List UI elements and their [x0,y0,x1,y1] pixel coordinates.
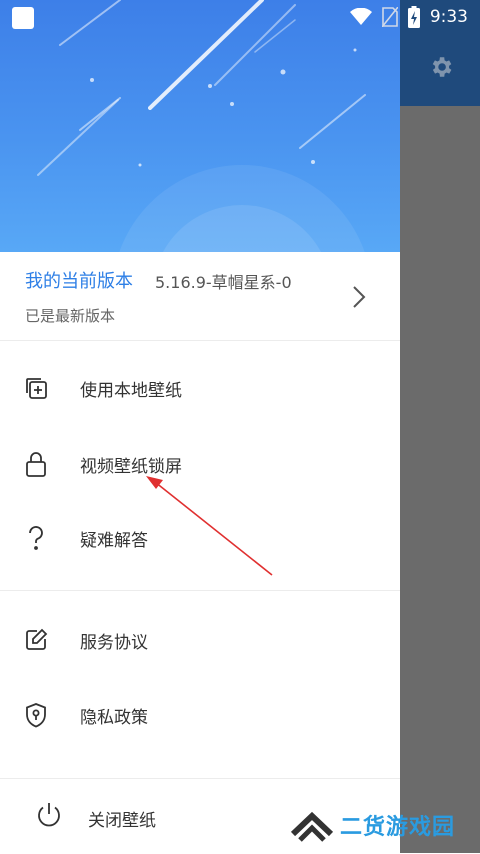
question-icon [22,524,50,552]
add-copy-icon [22,374,50,402]
menu-label: 服务协议 [80,632,148,653]
version-title: 我的当前版本 [25,271,133,292]
meteor-illustration [37,0,366,176]
wifi-icon [349,8,372,25]
battery-charging-icon [407,6,420,28]
lock-icon [22,450,50,478]
menu-item-privacy-policy[interactable]: 隐私政策 [0,685,400,745]
gear-icon[interactable] [428,54,454,80]
edit-document-icon [22,626,50,654]
drawer-header-banner [0,0,400,252]
menu-item-local-wallpaper[interactable]: 使用本地壁纸 [0,358,400,418]
close-wallpaper-label: 关闭壁纸 [88,811,156,831]
background-app [400,0,480,853]
shield-icon [22,701,50,729]
watermark-logo-icon [290,811,334,842]
status-bar: 9:33 [0,0,480,36]
chevron-right-icon[interactable] [350,284,368,310]
no-sim-icon [381,7,398,27]
menu-label: 视频壁纸锁屏 [80,456,182,477]
menu-label: 疑难解答 [80,530,148,551]
menu-label: 使用本地壁纸 [80,380,182,401]
version-status: 已是最新版本 [25,307,116,325]
menu-item-video-lockscreen[interactable]: 视频壁纸锁屏 [0,434,400,494]
menu-item-service-agreement[interactable]: 服务协议 [0,610,400,670]
menu-item-troubleshooting[interactable]: 疑难解答 [0,508,400,568]
watermark-text: 二货游戏园 [340,815,456,840]
menu-divider [0,590,400,591]
power-icon [38,803,60,827]
site-watermark: 二货游戏园 [290,808,455,842]
notification-icon [12,7,34,29]
status-time: 9:33 [429,7,468,27]
navigation-drawer: 我的当前版本 5.16.9-草帽星系-0 已是最新版本 使用本地壁纸 视频壁纸锁… [0,0,400,853]
version-card[interactable] [0,252,400,341]
menu-label: 隐私政策 [80,707,148,728]
version-number: 5.16.9-草帽星系-0 [155,273,292,292]
